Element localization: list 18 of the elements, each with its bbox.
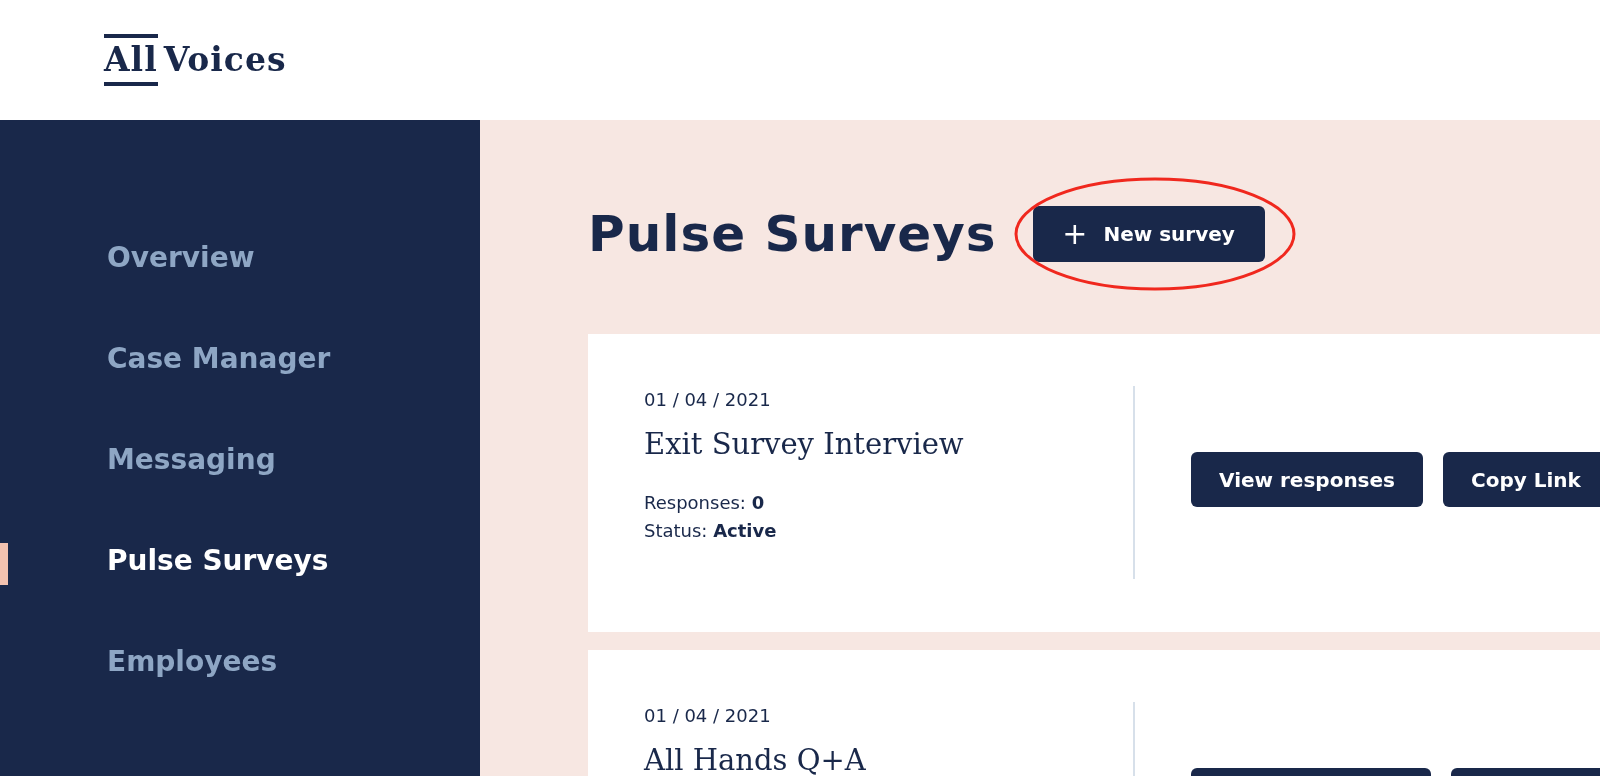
sidebar-item[interactable]: Overview [0,240,480,341]
plus-icon: + [1062,219,1088,249]
survey-date: 01 / 04 / 2021 [644,704,772,728]
new-survey-button[interactable]: + New survey [1032,206,1265,262]
sidebar-item[interactable]: Messaging [0,442,480,543]
sidebar-item[interactable]: Case Manager [0,341,480,442]
survey-title: All Hands Q+A [644,742,867,776]
survey-title: Exit Survey Interview [644,426,965,463]
responses-text: Responses: 0 [644,490,766,515]
logo: All Voices [104,34,287,86]
sidebar-item[interactable]: Employees [0,644,480,745]
status-text: Status: Active [644,519,778,544]
sidebar-item[interactable]: Pulse Surveys [0,543,480,644]
action-button[interactable]: Copy Link [1443,452,1600,507]
page-title: Pulse Surveys [588,204,997,264]
active-indicator [0,543,8,585]
survey-date: 01 / 04 / 2021 [644,388,772,412]
action-button[interactable]: View responses [1191,452,1423,507]
